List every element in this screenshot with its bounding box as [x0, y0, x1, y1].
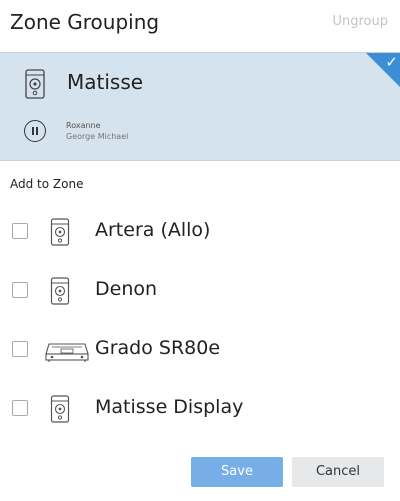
zone-checkbox[interactable] [12, 341, 28, 357]
now-playing-track: Roxanne [66, 121, 101, 130]
checkmark-icon: ✓ [385, 53, 398, 71]
zone-checkbox[interactable] [12, 223, 28, 239]
speaker-icon [50, 277, 70, 309]
zone-row-denon[interactable]: Denon [0, 261, 400, 319]
zone-checkbox[interactable] [12, 400, 28, 416]
receiver-icon [44, 339, 90, 367]
header: Zone Grouping Ungroup [0, 0, 400, 50]
speaker-icon [24, 69, 46, 103]
pause-button[interactable] [24, 120, 46, 142]
current-zone-name: Matisse [67, 70, 144, 94]
add-to-zone-label: Add to Zone [10, 177, 84, 191]
pause-icon [32, 127, 34, 135]
zone-row-matisse-display[interactable]: Matisse Display [0, 379, 400, 437]
zone-name: Grado SR80e [95, 337, 221, 359]
current-zone[interactable]: ✓ Matisse Roxanne George Michael [0, 52, 400, 161]
zone-checkbox[interactable] [12, 282, 28, 298]
save-button[interactable]: Save [191, 457, 283, 487]
zone-row-artera[interactable]: Artera (Allo) [0, 202, 400, 260]
zone-name: Artera (Allo) [95, 219, 211, 241]
zone-name: Denon [95, 278, 158, 300]
zone-name: Matisse Display [95, 396, 244, 418]
zone-row-grado[interactable]: Grado SR80e [0, 320, 400, 378]
page-title: Zone Grouping [10, 10, 160, 34]
speaker-icon [50, 395, 70, 427]
ungroup-button[interactable]: Ungroup [332, 14, 388, 29]
now-playing-artist: George Michael [66, 132, 129, 141]
cancel-button[interactable]: Cancel [292, 457, 384, 487]
speaker-icon [50, 218, 70, 250]
